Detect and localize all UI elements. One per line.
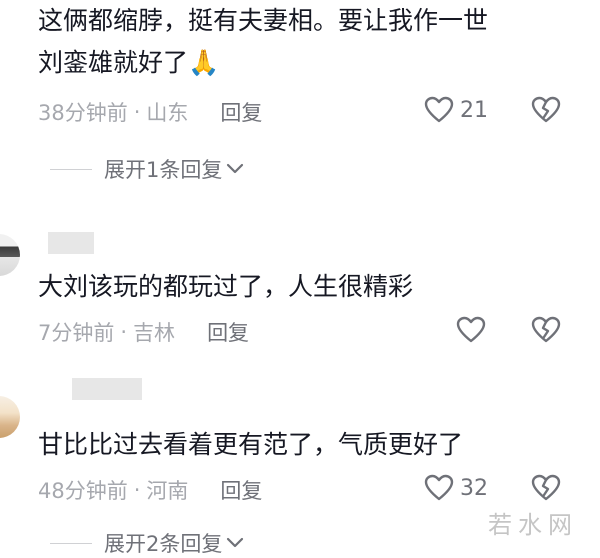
comment-location: 山东: [146, 101, 189, 125]
comment-item: 大刘该玩的都玩过了，人生很精彩 7分钟前 · 吉林 回复: [0, 230, 600, 360]
avatar[interactable]: [0, 234, 20, 276]
expand-replies-label: 展开2条回复: [104, 532, 223, 556]
reply-button[interactable]: 回复: [220, 475, 262, 505]
broken-heart-icon: [530, 96, 562, 124]
broken-heart-icon: [530, 316, 562, 344]
comment-meta: 7分钟前 · 吉林 回复: [38, 317, 580, 347]
comment-location: 河南: [146, 479, 189, 503]
reply-button[interactable]: 回复: [207, 317, 249, 347]
dislike-button[interactable]: [530, 316, 562, 344]
comment-time: 48分钟前: [38, 479, 128, 503]
avatar[interactable]: [0, 396, 20, 438]
reply-button[interactable]: 回复: [220, 97, 262, 127]
expand-divider: [50, 168, 92, 170]
chevron-down-icon: [226, 162, 244, 176]
like-button[interactable]: [456, 316, 492, 344]
comment-time: 38分钟前: [38, 101, 128, 125]
comment-text: 这俩都缩脖，挺有夫妻相。要让我作一世 刘銮雄就好了🙏: [38, 6, 489, 77]
watermark: 若水网: [488, 511, 578, 539]
meta-separator: ·: [120, 320, 128, 344]
expand-replies[interactable]: 展开2条回复: [50, 528, 244, 558]
like-button[interactable]: 32: [424, 474, 488, 502]
comment-text: 甘比比过去看着更有范了，气质更好了: [38, 430, 464, 459]
comment-time: 7分钟前: [38, 321, 115, 345]
chevron-down-icon: [226, 536, 244, 550]
comment-meta: 38分钟前 · 山东 回复: [38, 97, 580, 127]
meta-separator: ·: [133, 100, 141, 124]
heart-outline-icon: [424, 96, 454, 124]
broken-heart-icon: [530, 474, 562, 502]
username-redacted: [72, 378, 142, 400]
heart-outline-icon: [424, 474, 454, 502]
heart-outline-icon: [456, 316, 486, 344]
like-button[interactable]: 21: [424, 96, 488, 124]
like-count: 32: [460, 475, 488, 501]
comment-location: 吉林: [133, 321, 176, 345]
dislike-button[interactable]: [530, 474, 562, 502]
comment-item: 这俩都缩脖，挺有夫妻相。要让我作一世 刘銮雄就好了🙏 38分钟前 · 山东 回复…: [0, 0, 600, 200]
comment-text: 大刘该玩的都玩过了，人生很精彩: [38, 272, 414, 301]
meta-separator: ·: [133, 478, 141, 502]
expand-divider: [50, 542, 92, 544]
dislike-button[interactable]: [530, 96, 562, 124]
like-count: 21: [460, 97, 488, 123]
comment-meta: 48分钟前 · 河南 回复: [38, 475, 580, 505]
expand-replies[interactable]: 展开1条回复: [50, 154, 244, 184]
username-redacted: [48, 232, 94, 254]
expand-replies-label: 展开1条回复: [104, 158, 223, 182]
